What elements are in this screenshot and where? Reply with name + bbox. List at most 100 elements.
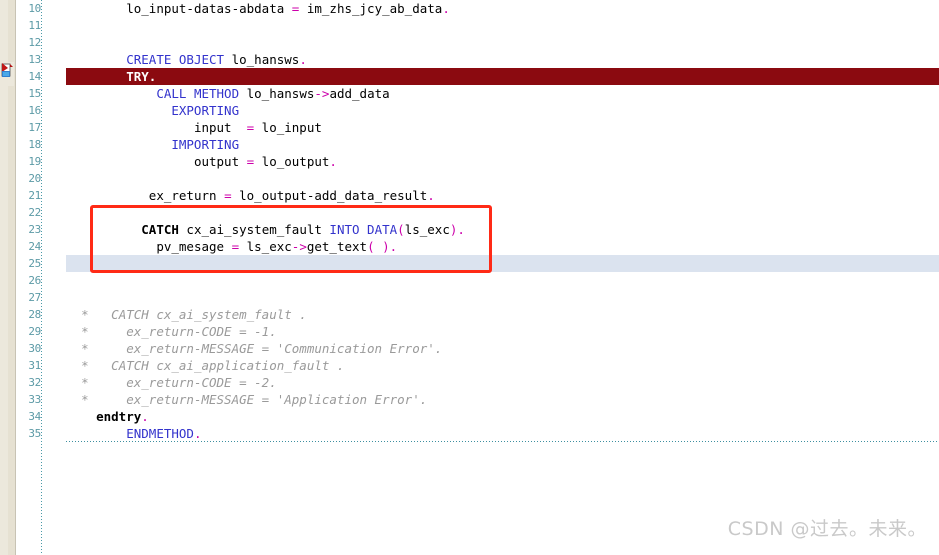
code-line[interactable]: pv_mesage = ls_exc->get_text( ). xyxy=(66,238,939,255)
line-number: 15 xyxy=(28,87,41,100)
code-fold-column[interactable] xyxy=(42,0,105,555)
code-token: ). xyxy=(449,222,465,237)
line-number: 26 xyxy=(28,274,41,287)
code-token: INTO DATA xyxy=(329,222,398,237)
code-line[interactable] xyxy=(66,289,939,306)
code-token: . xyxy=(141,409,149,424)
code-token: endtry xyxy=(96,409,142,424)
line-number: 10 xyxy=(28,2,41,15)
bookmark-icon[interactable] xyxy=(1,62,14,86)
code-token: ls_exc xyxy=(404,222,450,237)
code-line[interactable]: * ex_return-MESSAGE = 'Communication Err… xyxy=(66,340,939,357)
code-token: lo_output xyxy=(254,154,330,169)
code-token: ( ) xyxy=(367,239,390,254)
code-token: . xyxy=(299,52,307,67)
line-number: 24 xyxy=(28,240,41,253)
code-line[interactable] xyxy=(66,34,939,51)
code-line[interactable]: CREATE OBJECT lo_hansws. xyxy=(66,51,939,68)
block-separator xyxy=(66,441,939,442)
code-line[interactable]: EXPORTING xyxy=(66,102,939,119)
code-line[interactable]: * CATCH cx_ai_application_fault . xyxy=(66,357,939,374)
code-line[interactable]: ENDMETHOD. xyxy=(66,425,939,442)
code-token: . xyxy=(442,1,450,16)
code-token: = xyxy=(231,239,240,254)
code-line[interactable]: lo_input-datas-abdata = im_zhs_jcy_ab_da… xyxy=(66,0,939,17)
code-token: ls_exc xyxy=(239,239,292,254)
line-number: 29 xyxy=(28,325,41,338)
line-number: 28 xyxy=(28,308,41,321)
code-text-area[interactable]: lo_input-datas-abdata = im_zhs_jcy_ab_da… xyxy=(66,0,939,555)
code-token: pv_mesage xyxy=(156,239,232,254)
code-line[interactable] xyxy=(66,272,939,289)
code-line[interactable]: IMPORTING xyxy=(66,136,939,153)
code-token: CALL METHOD xyxy=(156,86,240,101)
line-number: 34 xyxy=(28,410,41,423)
line-number: 30 xyxy=(28,342,41,355)
code-token: lo_hansws xyxy=(239,86,315,101)
code-line[interactable]: * CATCH cx_ai_system_fault . xyxy=(66,306,939,323)
code-line[interactable] xyxy=(66,17,939,34)
code-token: lo_input xyxy=(254,120,322,135)
code-token: lo_output-add_data_result xyxy=(231,188,428,203)
line-number: 22 xyxy=(28,206,41,219)
code-line[interactable]: * ex_return-CODE = -1. xyxy=(66,323,939,340)
code-line[interactable]: CATCH cx_ai_system_fault INTO DATA(ls_ex… xyxy=(66,221,939,238)
code-token: . xyxy=(329,154,337,169)
line-number: 19 xyxy=(28,155,41,168)
line-number: 27 xyxy=(28,291,41,304)
code-token: IMPORTING xyxy=(171,137,240,152)
code-token: ex_return xyxy=(148,188,225,203)
code-line[interactable] xyxy=(66,255,939,272)
code-token: . xyxy=(427,188,435,203)
code-line[interactable]: * ex_return-MESSAGE = 'Application Error… xyxy=(66,391,939,408)
code-token: = xyxy=(224,188,232,203)
code-token: . xyxy=(193,426,202,441)
code-token: output xyxy=(193,154,247,169)
abap-code-editor[interactable]: 10 11 12 13 14 15 16 17 18 19 20 21 22 23 24 25 26 27 28 29… xyxy=(0,0,939,555)
code-token: im_zhs_jcy_ab_data xyxy=(299,1,443,16)
code-line[interactable]: CALL METHOD lo_hansws->add_data xyxy=(66,85,939,102)
code-line[interactable]: ex_return = lo_output-add_data_result. xyxy=(66,187,939,204)
code-token: * ex_return-MESSAGE = 'Application Error… xyxy=(81,392,428,407)
line-number: 21 xyxy=(28,189,41,202)
code-token: CATCH xyxy=(141,222,179,237)
code-token: add_data xyxy=(329,86,390,101)
code-token: * CATCH cx_ai_application_fault . xyxy=(81,358,345,373)
line-number: 14 xyxy=(28,70,41,83)
code-line[interactable] xyxy=(66,204,939,221)
code-token: -> xyxy=(314,86,330,101)
line-number: 11 xyxy=(28,19,41,32)
code-line[interactable]: * ex_return-CODE = -2. xyxy=(66,374,939,391)
code-token: lo_hansws xyxy=(224,52,300,67)
line-number: 20 xyxy=(28,172,41,185)
code-token: EXPORTING xyxy=(171,103,240,118)
code-line[interactable]: input = lo_input xyxy=(66,119,939,136)
code-line[interactable]: TRY. xyxy=(66,68,939,85)
code-line[interactable]: output = lo_output. xyxy=(66,153,939,170)
line-number: 16 xyxy=(28,104,41,117)
line-number: 18 xyxy=(28,138,41,151)
code-line[interactable]: endtry. xyxy=(66,408,939,425)
code-token: cx_ai_system_fault xyxy=(178,222,330,237)
marker-bar[interactable] xyxy=(0,0,16,555)
line-number: 17 xyxy=(28,121,41,134)
code-token: * ex_return-MESSAGE = 'Communication Err… xyxy=(81,341,443,356)
code-token: -> xyxy=(291,239,307,254)
line-number: 25 xyxy=(28,257,41,270)
code-line[interactable] xyxy=(66,170,939,187)
code-token: * ex_return-CODE = -2. xyxy=(81,375,277,390)
code-token: ( xyxy=(397,222,405,237)
